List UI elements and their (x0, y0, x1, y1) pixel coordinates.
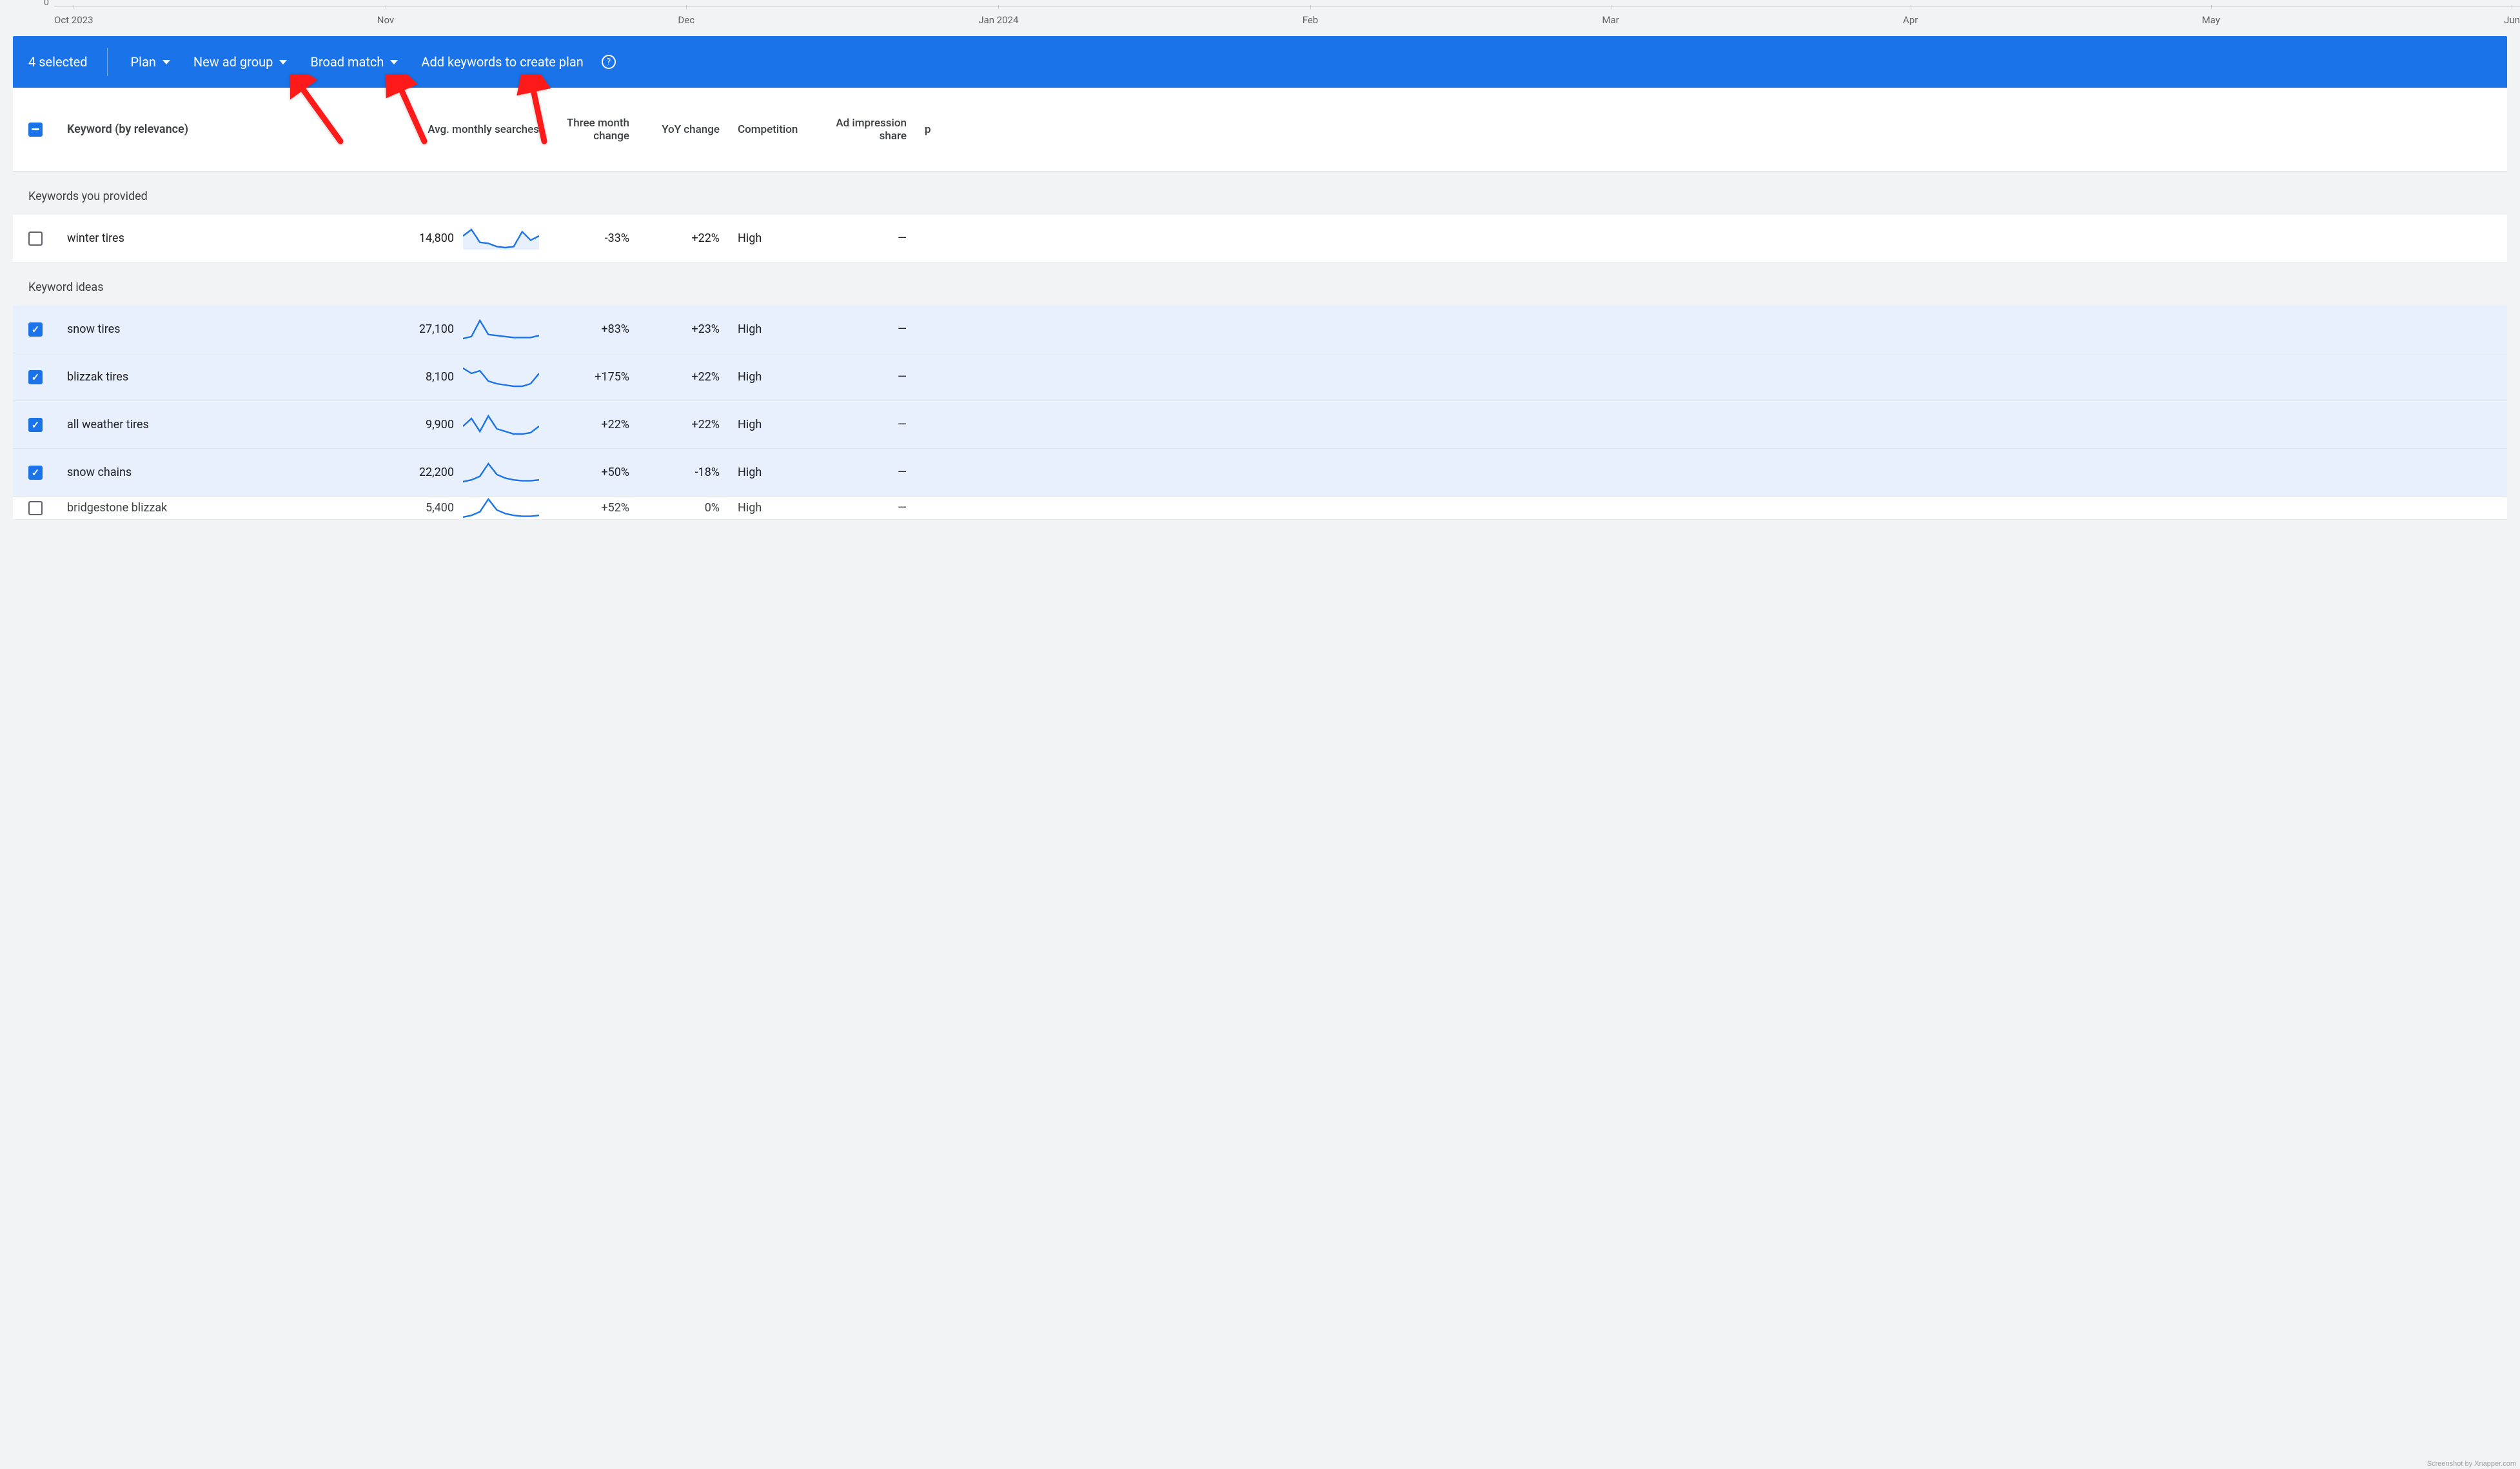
table-row: blizzak tires 8,100 +175% +22% High — (13, 353, 2507, 401)
section-provided: Keywords you provided (0, 172, 2520, 215)
keyword-name[interactable]: snow tires (58, 322, 361, 336)
timeline-tick: Nov (377, 6, 394, 26)
avg-searches-value: 8,100 (426, 370, 454, 384)
competition-value: High (729, 418, 812, 431)
table-header-row: Keyword (by relevance) Avg. monthly sear… (13, 88, 2507, 172)
selection-count: 4 selected (28, 48, 108, 76)
impression-share-value: — (812, 501, 916, 515)
match-dropdown[interactable]: Broad match (310, 54, 398, 70)
avg-searches-cell: 5,400 (361, 497, 548, 519)
keyword-name[interactable]: winter tires (58, 232, 361, 245)
col-yoy[interactable]: YoY change (638, 123, 729, 136)
adgroup-dropdown[interactable]: New ad group (193, 54, 287, 70)
col-impression-share[interactable]: Ad impression share (812, 117, 916, 143)
yoy-change: +22% (638, 370, 729, 384)
watermark: Screenshot by Xnapper.com (2427, 1460, 2516, 1468)
three-month-change: +175% (548, 370, 638, 384)
match-label: Broad match (310, 54, 384, 70)
chevron-down-icon (279, 60, 287, 64)
yoy-change: +22% (638, 418, 729, 431)
table-row: snow tires 27,100 +83% +23% High — (13, 306, 2507, 353)
table-row: winter tires 14,800 -33% +22% High — (13, 215, 2507, 262)
table-row: snow chains 22,200 +50% -18% High — (13, 449, 2507, 497)
three-month-change: +22% (548, 418, 638, 431)
col-truncated: p (916, 123, 948, 136)
avg-searches-cell: 14,800 (361, 228, 548, 250)
add-keywords-action[interactable]: Add keywords to create plan (421, 54, 583, 70)
chevron-down-icon (390, 60, 398, 64)
axis-zero: 0 (44, 0, 49, 8)
yoy-change: -18% (638, 466, 729, 479)
three-month-change: +52% (548, 501, 638, 515)
impression-share-value: — (812, 466, 916, 479)
yoy-change: +23% (638, 322, 729, 336)
col-three-month[interactable]: Three month change (548, 117, 638, 143)
row-checkbox[interactable] (28, 418, 43, 432)
yoy-change: 0% (638, 501, 729, 515)
keyword-name[interactable]: all weather tires (58, 418, 361, 431)
avg-searches-value: 9,900 (426, 418, 454, 431)
competition-value: High (729, 501, 812, 515)
avg-searches-value: 5,400 (426, 501, 454, 515)
help-icon[interactable]: ? (602, 55, 616, 69)
competition-value: High (729, 370, 812, 384)
keyword-name[interactable]: blizzak tires (58, 370, 361, 384)
timeline-axis: 0 Oct 2023 Nov Dec Jan 2024 Feb Mar Apr May Jun (0, 0, 2520, 36)
timeline-tick: Mar (1602, 6, 1619, 26)
timeline-tick: Oct 2023 (54, 6, 94, 26)
timeline-tick: Feb (1303, 6, 1319, 26)
row-checkbox[interactable] (28, 466, 43, 480)
row-checkbox[interactable] (28, 232, 43, 246)
table-row: bridgestone blizzak 5,400 +52% 0% High — (13, 497, 2507, 520)
select-all-checkbox[interactable] (28, 123, 43, 137)
avg-searches-cell: 27,100 (361, 319, 548, 340)
table-row: all weather tires 9,900 +22% +22% High — (13, 401, 2507, 449)
competition-value: High (729, 322, 812, 336)
impression-share-value: — (812, 418, 916, 431)
keyword-name[interactable]: snow chains (58, 466, 361, 479)
three-month-change: +50% (548, 466, 638, 479)
timeline-tick: Apr (1903, 6, 1918, 26)
yoy-change: +22% (638, 232, 729, 245)
col-keyword[interactable]: Keyword (by relevance) (58, 123, 361, 136)
avg-searches-value: 27,100 (419, 322, 454, 336)
competition-value: High (729, 232, 812, 245)
avg-searches-value: 14,800 (419, 232, 454, 245)
col-avg-searches[interactable]: Avg. monthly searches (361, 123, 548, 136)
timeline-tick: May (2202, 6, 2220, 26)
row-checkbox[interactable] (28, 322, 43, 337)
impression-share-value: — (812, 370, 916, 384)
competition-value: High (729, 466, 812, 479)
selection-actionbar: 4 selected Plan New ad group Broad match… (13, 36, 2507, 88)
keyword-name[interactable]: bridgestone blizzak (58, 501, 361, 515)
chevron-down-icon (162, 60, 170, 64)
plan-label: Plan (131, 54, 156, 70)
col-competition[interactable]: Competition (729, 123, 812, 136)
row-checkbox[interactable] (28, 370, 43, 384)
avg-searches-cell: 8,100 (361, 366, 548, 388)
plan-dropdown[interactable]: Plan (131, 54, 170, 70)
section-ideas: Keyword ideas (0, 262, 2520, 306)
adgroup-label: New ad group (193, 54, 273, 70)
three-month-change: -33% (548, 232, 638, 245)
row-checkbox[interactable] (28, 501, 43, 515)
timeline-tick: Dec (678, 6, 694, 26)
timeline-tick: Jan 2024 (978, 6, 1018, 26)
impression-share-value: — (812, 232, 916, 245)
timeline-tick: Jun (2504, 6, 2520, 26)
avg-searches-cell: 9,900 (361, 414, 548, 436)
impression-share-value: — (812, 322, 916, 336)
avg-searches-cell: 22,200 (361, 462, 548, 484)
avg-searches-value: 22,200 (419, 466, 454, 479)
three-month-change: +83% (548, 322, 638, 336)
